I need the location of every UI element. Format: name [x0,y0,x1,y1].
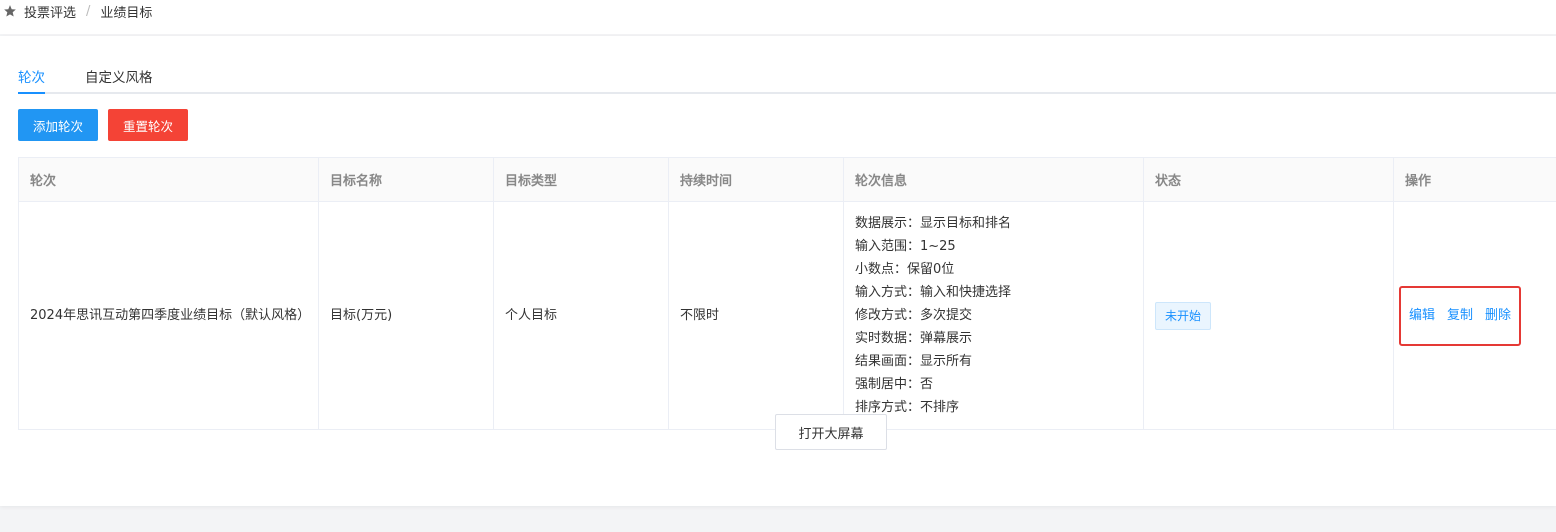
action-bar: 添加轮次 重置轮次 [18,109,188,141]
tab-custom-style[interactable]: 自定义风格 [85,60,153,92]
add-round-button[interactable]: 添加轮次 [18,109,98,141]
info-input-method: 输入方式：输入和快捷选择 [855,285,1012,300]
actions-highlight-box: 编辑 复制 删除 [1399,285,1521,346]
status-badge: 未开始 [1155,301,1212,330]
open-big-screen-button[interactable]: 打开大屏幕 [775,414,887,450]
cell-actions: 编辑 复制 删除 [1393,201,1556,430]
breadcrumb-current: 业绩目标 [100,5,153,21]
info-input-range: 输入范围：1~25 [855,239,956,254]
info-sort-method: 排序方式：不排序 [855,400,960,415]
star-icon [4,5,16,17]
table-header-row: 轮次 目标名称 目标类型 持续时间 轮次信息 状态 操作 [18,157,1556,202]
header-status: 状态 [1143,157,1394,202]
reset-round-button[interactable]: 重置轮次 [108,109,188,141]
header-round: 轮次 [18,157,319,202]
info-result-screen: 结果画面：显示所有 [855,354,973,369]
cell-target-type: 个人目标 [493,201,669,430]
cell-status: 未开始 [1143,201,1394,430]
header-target-name: 目标名称 [318,157,494,202]
cell-round: 2024年思讯互动第四季度业绩目标（默认风格） [18,201,319,430]
header-target-type: 目标类型 [493,157,669,202]
breadcrumb: 投票评选 / 业绩目标 [0,0,1556,22]
rounds-table: 轮次 目标名称 目标类型 持续时间 轮次信息 状态 操作 2024年思讯互动第四… [18,157,1556,430]
delete-link[interactable]: 删除 [1485,306,1511,325]
tab-bar: 轮次 自定义风格 [18,60,1556,94]
cell-round-info: 数据展示：显示目标和排名 输入范围：1~25 小数点：保留0位 输入方式：输入和… [843,201,1144,430]
info-force-center: 强制居中：否 [855,377,934,392]
breadcrumb-root[interactable]: 投票评选 [24,2,76,21]
info-decimal: 小数点：保留0位 [855,262,955,277]
header-duration: 持续时间 [668,157,844,202]
info-display: 数据展示：显示目标和排名 [855,216,1012,231]
edit-link[interactable]: 编辑 [1409,306,1435,325]
info-modify-method: 修改方式：多次提交 [855,308,973,323]
info-realtime-data: 实时数据：弹幕展示 [855,331,973,346]
header-actions: 操作 [1393,157,1556,202]
copy-link[interactable]: 复制 [1447,306,1473,325]
cell-duration: 不限时 [668,201,844,430]
tab-rounds[interactable]: 轮次 [18,60,45,94]
cell-target-name: 目标(万元) [318,201,494,430]
breadcrumb-separator: / [86,3,91,19]
table-row: 2024年思讯互动第四季度业绩目标（默认风格） 目标(万元) 个人目标 不限时 … [18,201,1556,430]
header-strip [0,22,1556,34]
header-round-info: 轮次信息 [843,157,1144,202]
